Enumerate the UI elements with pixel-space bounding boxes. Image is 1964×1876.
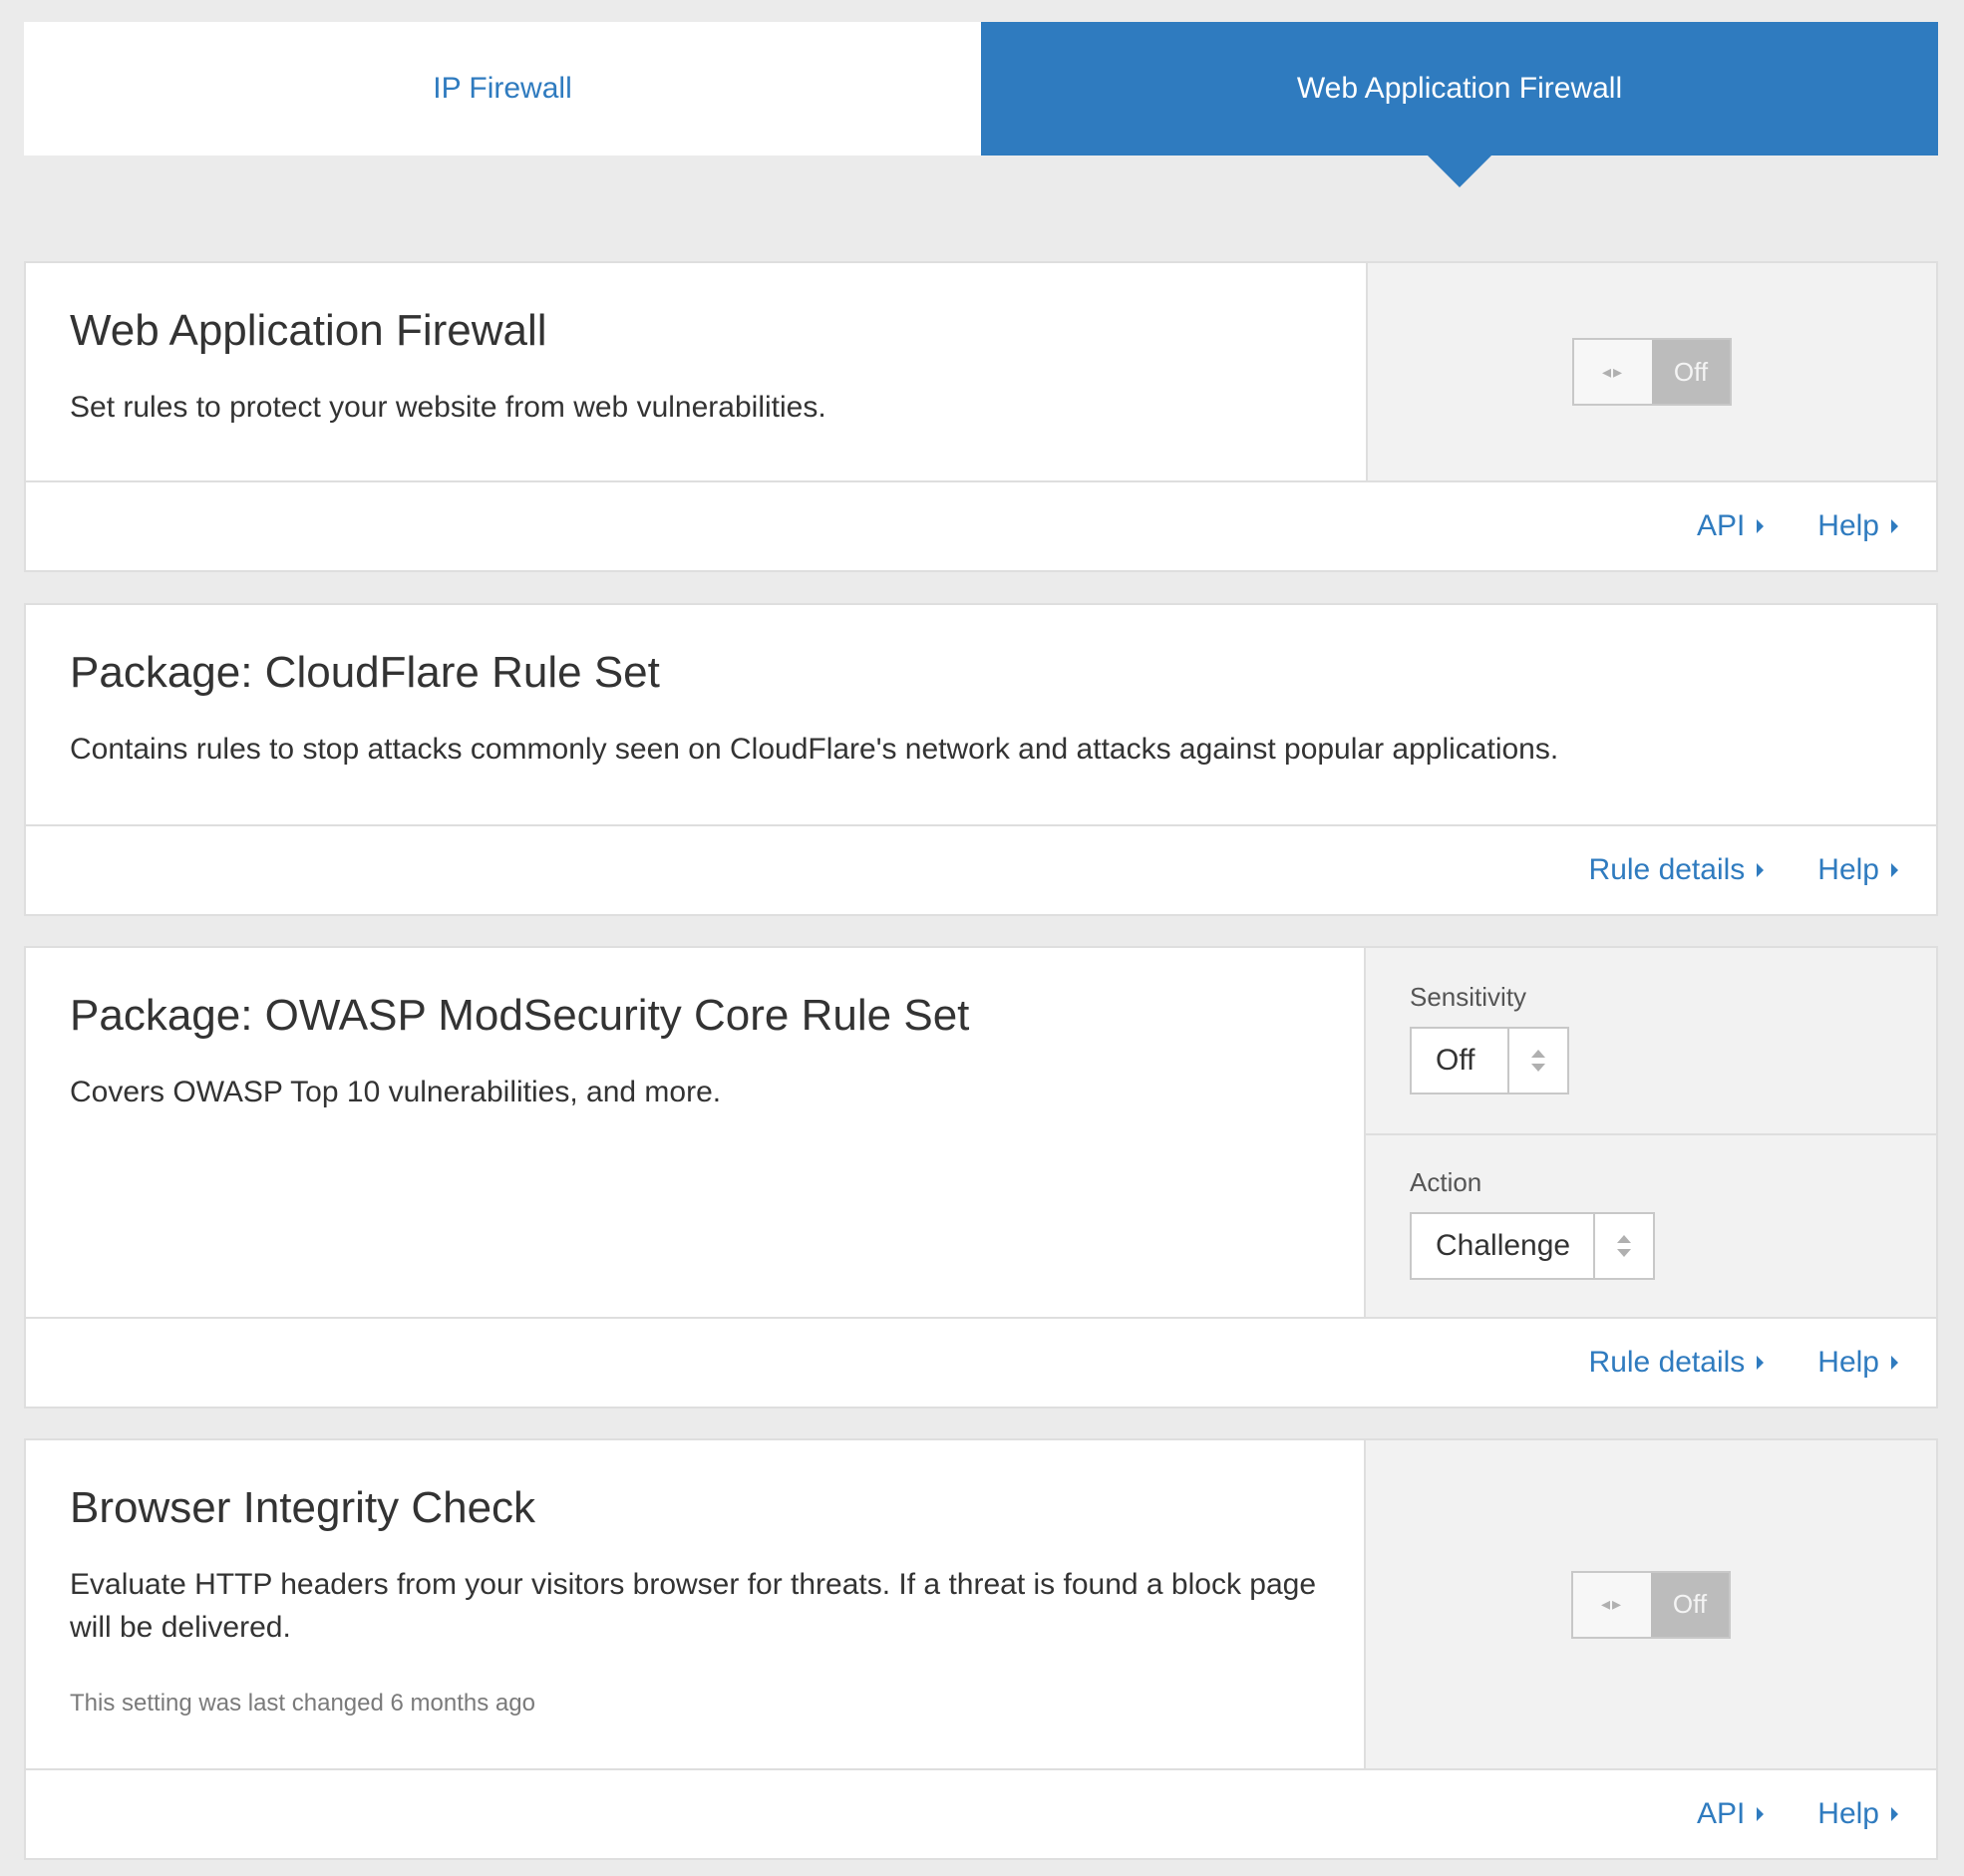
sort-arrows-icon <box>1507 1029 1567 1093</box>
toggle-state-label: Off <box>1651 1572 1729 1637</box>
help-link-label: Help <box>1817 1346 1879 1379</box>
tab-ip-firewall[interactable]: IP Firewall <box>24 22 981 156</box>
help-link[interactable]: Help <box>1817 509 1898 543</box>
toggle-state-label: Off <box>1652 340 1730 404</box>
sort-arrows-icon <box>1593 1214 1653 1278</box>
card-description: Evaluate HTTP headers from your visitors… <box>70 1567 1317 1645</box>
help-link-label: Help <box>1817 853 1879 886</box>
select-value: Challenge <box>1436 1229 1571 1262</box>
sensitivity-select[interactable]: Off <box>1410 1027 1569 1094</box>
arrows-left-right-icon: ◂▸ <box>1573 1572 1651 1637</box>
api-link-label: API <box>1696 1797 1746 1830</box>
cloudflare-package-card: Package: CloudFlare Rule Set Contains ru… <box>24 603 1938 916</box>
arrows-left-right-icon: ◂▸ <box>1574 340 1652 404</box>
card-side-panel: ◂▸ Off <box>1364 1440 1936 1768</box>
card-footer: API Help <box>26 1770 1936 1858</box>
owasp-package-card: Package: OWASP ModSecurity Core Rule Set… <box>24 946 1938 1408</box>
action-label: Action <box>1410 1167 1482 1197</box>
select-value: Off <box>1436 1044 1475 1077</box>
api-link-label: API <box>1696 509 1746 542</box>
browser-integrity-card: Browser Integrity Check Evaluate HTTP he… <box>24 1438 1938 1860</box>
help-link-label: Help <box>1817 1797 1879 1830</box>
firewall-tabs: IP Firewall Web Application Firewall <box>24 22 1938 187</box>
card-side-panel: Sensitivity Off Action Challenge <box>1364 948 1936 1317</box>
action-select[interactable]: Challenge <box>1410 1212 1655 1280</box>
rule-details-link[interactable]: Rule details <box>1589 1346 1765 1380</box>
rule-details-link-label: Rule details <box>1588 853 1746 886</box>
caret-right-icon <box>1891 519 1898 533</box>
card-title: Package: OWASP ModSecurity Core Rule Set <box>70 991 970 1040</box>
api-link[interactable]: API <box>1696 1797 1765 1831</box>
rule-details-link[interactable]: Rule details <box>1589 853 1765 887</box>
rule-details-link-label: Rule details <box>1588 1346 1746 1379</box>
caret-right-icon <box>1757 1807 1765 1821</box>
api-link[interactable]: API <box>1696 509 1765 543</box>
caret-right-icon <box>1757 863 1765 877</box>
help-link[interactable]: Help <box>1817 853 1898 887</box>
card-description: Covers OWASP Top 10 vulnerabilities, and… <box>70 1075 722 1108</box>
help-link-label: Help <box>1817 509 1879 542</box>
card-side-panel: ◂▸ Off <box>1366 263 1936 480</box>
action-section: Action Challenge <box>1366 1133 1936 1319</box>
sensitivity-section: Sensitivity Off <box>1366 948 1936 1133</box>
caret-right-icon <box>1891 1356 1898 1370</box>
card-title: Web Application Firewall <box>70 306 547 355</box>
card-description: Set rules to protect your website from w… <box>70 390 826 424</box>
caret-right-icon <box>1891 1807 1898 1821</box>
help-link[interactable]: Help <box>1817 1797 1898 1831</box>
card-title: Browser Integrity Check <box>70 1483 536 1532</box>
waf-card: Web Application Firewall Set rules to pr… <box>24 261 1938 572</box>
waf-toggle[interactable]: ◂▸ Off <box>1572 338 1732 406</box>
card-footer: Rule details Help <box>26 826 1936 914</box>
tab-web-application-firewall[interactable]: Web Application Firewall <box>981 22 1938 187</box>
tab-label: Web Application Firewall <box>1296 72 1623 105</box>
card-footer: API Help <box>26 482 1936 570</box>
sensitivity-label: Sensitivity <box>1410 982 1527 1012</box>
card-title: Package: CloudFlare Rule Set <box>70 648 660 697</box>
caret-right-icon <box>1891 863 1898 877</box>
last-changed-note: This setting was last changed 6 months a… <box>70 1689 535 1717</box>
help-link[interactable]: Help <box>1817 1346 1898 1380</box>
card-footer: Rule details Help <box>26 1319 1936 1407</box>
card-description: Contains rules to stop attacks commonly … <box>70 732 1559 766</box>
tab-label: IP Firewall <box>433 72 572 105</box>
caret-right-icon <box>1757 1356 1765 1370</box>
browser-integrity-toggle[interactable]: ◂▸ Off <box>1571 1570 1731 1639</box>
caret-right-icon <box>1757 519 1765 533</box>
active-tab-pointer <box>1428 156 1491 187</box>
